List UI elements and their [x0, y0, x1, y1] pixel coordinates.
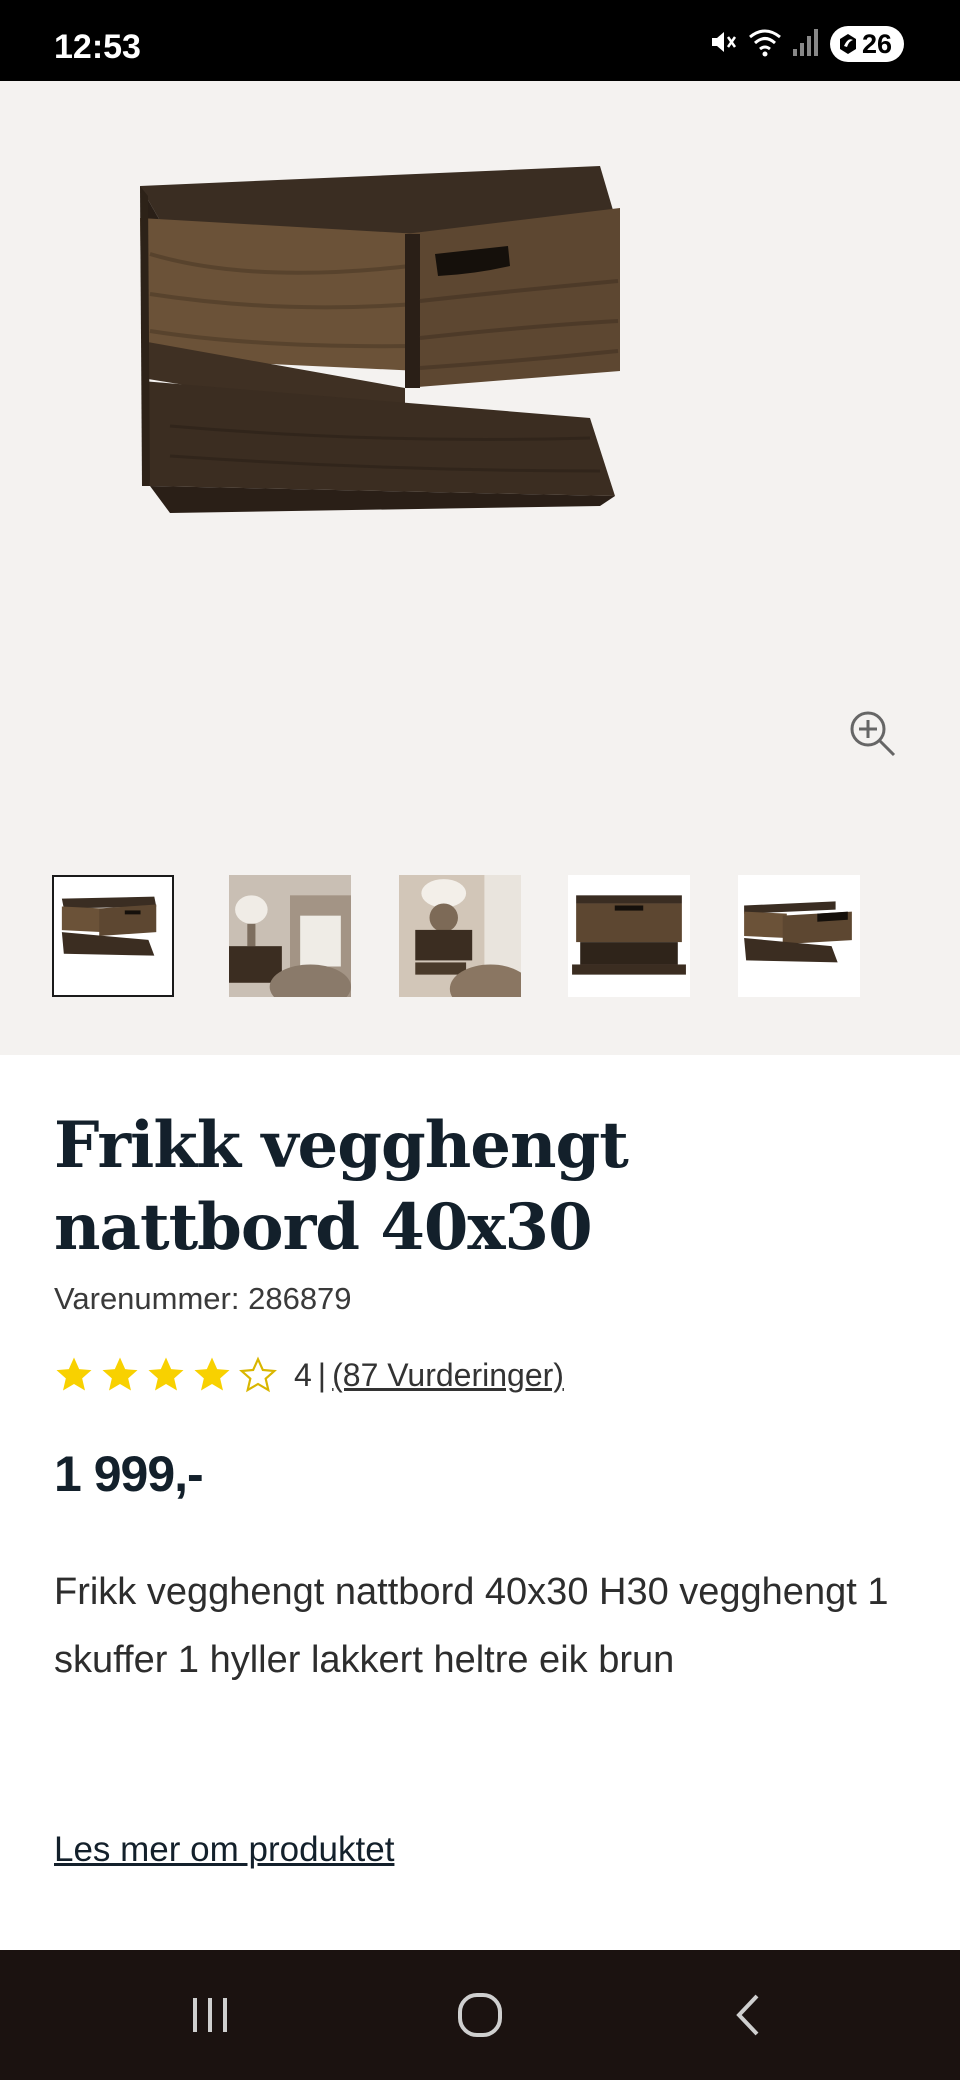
- product-description: Frikk vegghengt nattbord 40x30 H30 veggh…: [54, 1571, 889, 1681]
- star-empty-icon: [239, 1356, 277, 1393]
- zoom-in-icon[interactable]: [846, 707, 902, 763]
- home-icon: [458, 1993, 502, 2037]
- product-title: Frikk vegghengt nattbord 40x30: [54, 1108, 629, 1265]
- back-icon: [736, 1994, 759, 2036]
- thumbnail-strip: [52, 875, 922, 1005]
- wifi-icon: [748, 27, 782, 62]
- product-info: Frikk vegghengt nattbord 40x30 Varenumme…: [0, 1055, 960, 1950]
- star-filled-icon: [56, 1357, 92, 1391]
- thumbnail-3[interactable]: [399, 875, 521, 997]
- battery-level: 26: [861, 28, 892, 59]
- status-time: 12:53: [54, 28, 141, 66]
- status-bar: 12:53 26: [0, 0, 960, 81]
- star-filled-icon: [194, 1357, 230, 1391]
- recents-icon: [193, 1998, 227, 2032]
- back-button[interactable]: [710, 1980, 790, 2050]
- mute-icon: [708, 27, 738, 62]
- home-button[interactable]: [440, 1980, 520, 2050]
- recents-button[interactable]: [170, 1980, 250, 2050]
- thumbnail-4[interactable]: [568, 875, 690, 997]
- product-gallery: [0, 81, 960, 1055]
- rating-value: 4: [294, 1356, 312, 1393]
- product-price: 1 999,-: [54, 1446, 204, 1502]
- thumbnail-2[interactable]: [229, 875, 351, 997]
- main-product-image[interactable]: [130, 126, 830, 726]
- reviews-link[interactable]: (87 Vurderinger): [332, 1357, 564, 1394]
- thumbnail-1[interactable]: [52, 875, 174, 997]
- product-rating: 4 | (87 Vurderinger): [54, 1353, 564, 1397]
- rating-stars: [54, 1355, 278, 1395]
- signal-icon: [792, 27, 820, 62]
- rating-separator: |: [317, 1356, 327, 1393]
- battery-saver-icon: [839, 34, 856, 54]
- battery-indicator: 26: [829, 26, 904, 62]
- star-filled-icon: [148, 1357, 184, 1391]
- star-filled-icon: [102, 1357, 138, 1391]
- thumbnail-5[interactable]: [738, 875, 860, 997]
- status-icons: 26: [708, 26, 904, 62]
- system-nav-bar: [0, 1950, 960, 2080]
- product-sku: Varenummer: 286879: [54, 1281, 352, 1316]
- read-more-link[interactable]: Les mer om produktet: [54, 1830, 394, 1870]
